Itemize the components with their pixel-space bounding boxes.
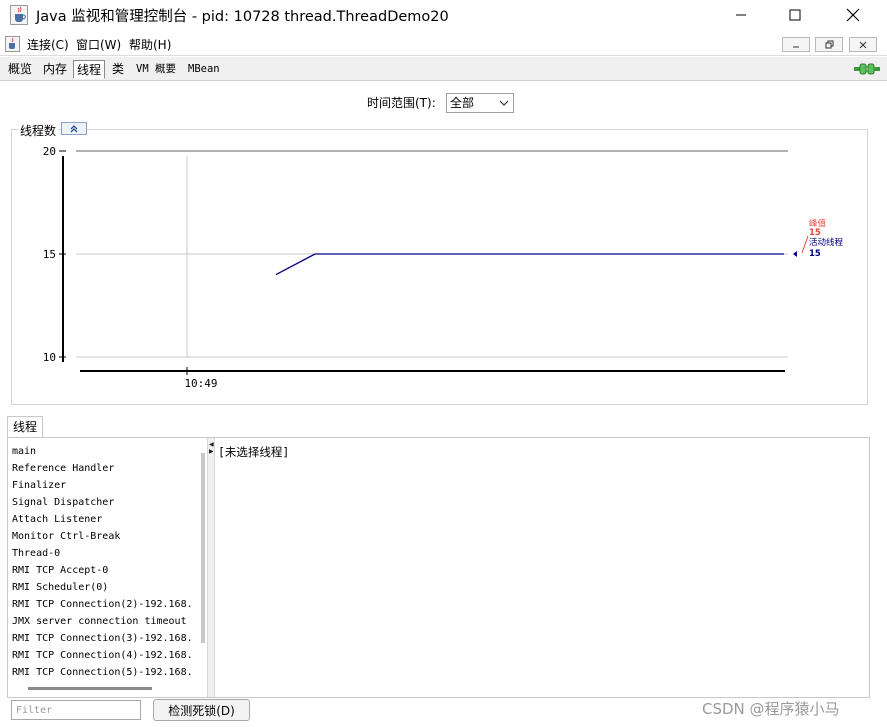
tab-mbean[interactable]: MBean (185, 60, 223, 79)
inner-minimize-button[interactable] (782, 37, 810, 52)
thread-list-item[interactable]: RMI Scheduler(0) (9, 579, 204, 596)
thread-list-horizontal-scrollbar[interactable] (28, 687, 152, 690)
thread-list-item[interactable]: RMI TCP Connection(3)-192.168. (9, 630, 204, 647)
y-tick-label: 10 (43, 351, 56, 364)
filter-input[interactable] (11, 700, 141, 720)
threads-panel: main Reference Handler Finalizer Signal Dis… (7, 437, 870, 698)
thread-list-item[interactable]: Monitor Ctrl-Break (9, 528, 204, 545)
time-range-value: 全部 (450, 96, 475, 110)
menu-window[interactable]: 窗口(W) (76, 36, 121, 53)
tab-vm-summary[interactable]: VM 概要 (133, 60, 179, 79)
minimize-button[interactable] (712, 0, 770, 30)
restore-icon (825, 40, 833, 49)
minimize-icon (793, 46, 799, 47)
menu-help[interactable]: 帮助(H) (129, 36, 171, 53)
thread-list-item[interactable]: Thread-0 (9, 545, 204, 562)
y-tick-label: 15 (43, 248, 56, 261)
peak-marker-line (801, 235, 809, 254)
thread-list-item[interactable]: RMI TCP Accept-0 (9, 562, 204, 579)
tab-threads[interactable]: 线程 (73, 60, 106, 79)
close-button[interactable] (824, 0, 882, 30)
thread-list-vertical-scrollbar[interactable] (201, 453, 205, 643)
thread-list-item[interactable]: Attach Listener (9, 511, 204, 528)
thread-count-panel: 10 15 20 10:49 峰值 15 活动线程 15 (11, 129, 868, 405)
menu-bar: 连接(C) 窗口(W) 帮助(H) (0, 32, 887, 56)
thread-list-item[interactable]: RMI TCP Connection(2)-192.168. (9, 596, 204, 613)
detect-deadlock-button[interactable]: 检测死锁(D) (153, 699, 250, 721)
thread-list-item[interactable]: main (9, 443, 204, 460)
legend-active-label: 活动线程 (809, 237, 844, 248)
thread-detail-area: [未选择线程] (215, 438, 869, 697)
watermark: CSDN @程序猿小马 (702, 700, 840, 718)
time-range-select[interactable]: 全部 (446, 93, 514, 113)
close-icon (859, 41, 867, 48)
thread-list-item[interactable]: Signal Dispatcher (9, 494, 204, 511)
thread-count-chart: 10152010:49峰值15活动线程15 (43, 145, 844, 390)
x-tick-label: 10:49 (184, 377, 217, 390)
threads-subtab[interactable]: 线程 (7, 416, 44, 437)
tab-overview[interactable]: 概览 (5, 60, 35, 79)
thread-list-item[interactable]: Reference Handler (9, 460, 204, 477)
connection-plug-icon[interactable] (854, 61, 880, 77)
legend-peak-value: 15 (809, 228, 821, 238)
maximize-button[interactable] (766, 0, 824, 30)
thread-list-item[interactable]: Finalizer (9, 477, 204, 494)
thread-list-item[interactable]: RMI TCP Connection(5)-192.168. (9, 664, 204, 681)
legend-active-value: 15 (809, 249, 821, 259)
chevron-down-icon (499, 100, 509, 106)
split-pane-divider[interactable] (207, 438, 215, 697)
inner-close-button[interactable] (849, 37, 877, 52)
chart-panel-title: 线程数 (18, 122, 59, 139)
window-title: Java 监视和管理控制台 - pid: 10728 thread.Thread… (36, 9, 449, 25)
minimize-icon (736, 14, 746, 16)
tab-memory[interactable]: 内存 (40, 60, 70, 79)
tab-bar: 概览 内存 线程 类 VM 概要 MBean (0, 57, 887, 81)
thread-list-item[interactable]: JMX server connection timeout (9, 613, 204, 630)
menu-connection[interactable]: 连接(C) (27, 36, 69, 53)
active-threads-marker (793, 251, 797, 257)
close-icon (846, 8, 860, 22)
maximize-icon (789, 9, 801, 21)
java-cup-icon (5, 36, 20, 52)
time-range-label: 时间范围(T): (367, 96, 436, 110)
java-cup-icon (10, 5, 28, 25)
title-bar: Java 监视和管理控制台 - pid: 10728 thread.Thread… (0, 0, 887, 31)
thread-detail-text: [未选择线程] (218, 445, 290, 459)
splitter-arrows-icon[interactable]: ◀ ▶ (209, 441, 214, 455)
thread-list-item[interactable]: RMI TCP Connection(4)-192.168. (9, 647, 204, 664)
tab-classes[interactable]: 类 (109, 60, 127, 79)
inner-restore-button[interactable] (815, 37, 843, 52)
collapse-button[interactable] (61, 122, 87, 135)
double-chevron-up-icon (70, 125, 78, 133)
thread-list[interactable]: main Reference Handler Finalizer Signal Dis… (9, 443, 204, 691)
y-tick-label: 20 (43, 145, 56, 158)
